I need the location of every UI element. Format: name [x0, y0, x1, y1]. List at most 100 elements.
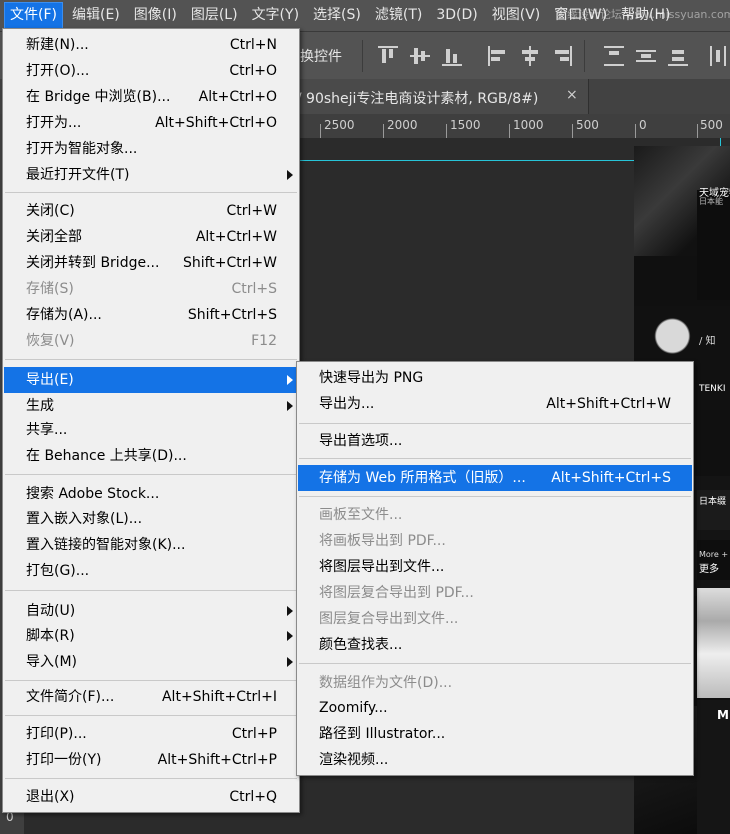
- ruler-tick: 2000: [387, 118, 418, 132]
- align-bottom-icon[interactable]: [442, 46, 462, 66]
- menu-item-data-sets-as-files: 数据组作为文件(D)...: [319, 675, 453, 691]
- align-left-icon[interactable]: [488, 46, 508, 66]
- artboard-strip: M: [697, 700, 730, 834]
- menu-item-share[interactable]: 共享...: [4, 417, 298, 443]
- menu-separator: [5, 359, 297, 360]
- menu-item-close[interactable]: 关闭(C) Ctrl+W: [4, 198, 298, 224]
- menu-item-place-linked[interactable]: 置入链接的智能对象(K)...: [4, 532, 298, 558]
- menu-filter[interactable]: 滤镜(T): [370, 3, 427, 28]
- menu-item-save-for-web[interactable]: 存储为 Web 所用格式（旧版）... Alt+Shift+Ctrl+S: [298, 465, 692, 491]
- align-right-icon[interactable]: [552, 46, 572, 66]
- chevron-right-icon: [287, 375, 293, 385]
- document-tab-title: n/ 90sheji专注电商设计素材, RGB/8#): [288, 91, 539, 107]
- menu-item-print-one[interactable]: 打印一份(Y) Alt+Shift+Ctrl+P: [4, 747, 298, 773]
- chevron-right-icon: [287, 657, 293, 667]
- ruler-tick: 0: [639, 118, 647, 132]
- artboard-text: 更多: [699, 564, 719, 575]
- transform-controls-label[interactable]: 换控件: [300, 46, 342, 66]
- artboard-strip: 日本缀: [697, 490, 730, 530]
- menu-item-paths-to-illustrator[interactable]: 路径到 Illustrator...: [298, 721, 692, 747]
- ruler-tick: 1000: [513, 118, 544, 132]
- menu-item-close-go-bridge[interactable]: 关闭并转到 Bridge... Shift+Ctrl+W: [4, 250, 298, 276]
- menu-item-package[interactable]: 打包(G)...: [4, 558, 298, 584]
- chevron-right-icon: [287, 170, 293, 180]
- chevron-right-icon: [287, 631, 293, 641]
- menu-item-quick-export-png[interactable]: 快速导出为 PNG: [298, 365, 692, 391]
- ruler-tick: 2500: [324, 118, 355, 132]
- menu-item-close-all[interactable]: 关闭全部 Alt+Ctrl+W: [4, 224, 298, 250]
- menu-item-search-stock[interactable]: 搜索 Adobe Stock...: [4, 481, 298, 507]
- divider: [362, 40, 363, 72]
- menu-select[interactable]: 选择(S): [308, 3, 366, 28]
- artboard-text: TENKI: [699, 384, 726, 394]
- align-hcenter-icon[interactable]: [520, 46, 540, 66]
- distribute-bottom-icon[interactable]: [668, 46, 688, 66]
- menu-item-place-embedded[interactable]: 置入嵌入对象(L)...: [4, 506, 298, 532]
- menu-separator: [5, 778, 297, 779]
- menu-separator: [299, 496, 691, 497]
- menu-item-open-smart-object[interactable]: 打开为智能对象...: [4, 136, 298, 162]
- menu-item-export-as[interactable]: 导出为... Alt+Shift+Ctrl+W: [298, 391, 692, 417]
- menu-item-scripts[interactable]: 脚本(R): [4, 623, 298, 649]
- artboard-text: More +: [699, 550, 729, 559]
- menu-item-save-as[interactable]: 存储为(A)... Shift+Ctrl+S: [4, 302, 298, 328]
- close-icon[interactable]: ×: [566, 87, 578, 103]
- menu-separator: [5, 192, 297, 193]
- menu-separator: [299, 663, 691, 664]
- artboard-text: / 知: [699, 336, 716, 347]
- menu-item-file-info[interactable]: 文件简介(F)... Alt+Shift+Ctrl+I: [4, 684, 298, 710]
- document-tab[interactable]: n/ 90sheji专注电商设计素材, RGB/8#) ×: [282, 79, 589, 114]
- menu-item-new[interactable]: 新建(N)... Ctrl+N: [4, 32, 298, 58]
- menu-item-open-as[interactable]: 打开为... Alt+Shift+Ctrl+O: [4, 110, 298, 136]
- menu-item-layer-comps-to-files: 图层复合导出到文件...: [319, 611, 459, 627]
- menu-file[interactable]: 文件(F): [4, 2, 63, 29]
- artboard-text: M: [717, 708, 729, 722]
- menu-item-layer-comps-to-pdf: 将图层复合导出到 PDF...: [319, 585, 474, 601]
- menu-item-zoomify[interactable]: Zoomify...: [298, 695, 692, 721]
- menu-item-browse-bridge[interactable]: 在 Bridge 中浏览(B)... Alt+Ctrl+O: [4, 84, 298, 110]
- align-top-icon[interactable]: [378, 46, 398, 66]
- distribute-left-icon[interactable]: [710, 46, 730, 66]
- menu-item-print[interactable]: 打印(P)... Ctrl+P: [4, 721, 298, 747]
- artboard-strip: / 知 TENKI: [697, 330, 730, 410]
- ruler-tick: 500: [576, 118, 599, 132]
- distribute-top-icon[interactable]: [604, 46, 624, 66]
- menu-item-export[interactable]: 导出(E): [4, 367, 298, 393]
- align-vcenter-icon[interactable]: [410, 46, 430, 66]
- artboard-strip: More + 更多: [697, 540, 730, 580]
- menu-type[interactable]: 文字(Y): [247, 3, 304, 28]
- menu-separator: [299, 423, 691, 424]
- menu-item-color-lookup-tables[interactable]: 颜色查找表...: [298, 632, 692, 658]
- menu-item-share-behance[interactable]: 在 Behance 上共享(D)...: [4, 443, 298, 469]
- chevron-right-icon: [287, 606, 293, 616]
- menu-item-export-preferences[interactable]: 导出首选项...: [298, 428, 692, 454]
- ruler-tick: 500: [700, 118, 723, 132]
- menu-bar: 文件(F) 编辑(E) 图像(I) 图层(L) 文字(Y) 选择(S) 滤镜(T…: [0, 0, 730, 31]
- menu-item-artboards-to-files: 画板至文件...: [319, 507, 403, 523]
- chevron-right-icon: [287, 401, 293, 411]
- menu-item-artboards-to-pdf: 将画板导出到 PDF...: [319, 533, 446, 549]
- menu-item-revert: 恢复(V) F12: [26, 333, 277, 349]
- file-menu: 新建(N)... Ctrl+N 打开(O)... Ctrl+O 在 Bridge 中…: [2, 28, 300, 813]
- menu-item-recent-files[interactable]: 最近打开文件(T): [4, 162, 298, 188]
- menu-item-automate[interactable]: 自动(U): [4, 598, 298, 624]
- menu-item-open[interactable]: 打开(O)... Ctrl+O: [4, 58, 298, 84]
- menu-item-generate[interactable]: 生成: [4, 393, 298, 419]
- menu-item-render-video[interactable]: 渲染视频...: [298, 747, 692, 773]
- menu-separator: [5, 590, 297, 591]
- menu-layer[interactable]: 图层(L): [186, 3, 243, 28]
- menu-item-exit[interactable]: 退出(X) Ctrl+Q: [4, 784, 298, 810]
- menu-edit[interactable]: 编辑(E): [67, 3, 125, 28]
- divider: [584, 40, 585, 72]
- menu-3d[interactable]: 3D(D): [431, 3, 482, 28]
- artboard-text: 日本缀: [699, 497, 727, 507]
- export-submenu: 快速导出为 PNG 导出为... Alt+Shift+Ctrl+W 导出首选项..…: [296, 361, 694, 776]
- distribute-vcenter-icon[interactable]: [636, 46, 656, 66]
- menu-item-import[interactable]: 导入(M): [4, 649, 298, 675]
- menu-view[interactable]: 视图(V): [487, 3, 546, 28]
- menu-image[interactable]: 图像(I): [129, 3, 182, 28]
- menu-separator: [5, 715, 297, 716]
- ruler-tick: 1500: [450, 118, 481, 132]
- menu-item-layers-to-files[interactable]: 将图层导出到文件...: [298, 554, 692, 580]
- menu-separator: [5, 474, 297, 475]
